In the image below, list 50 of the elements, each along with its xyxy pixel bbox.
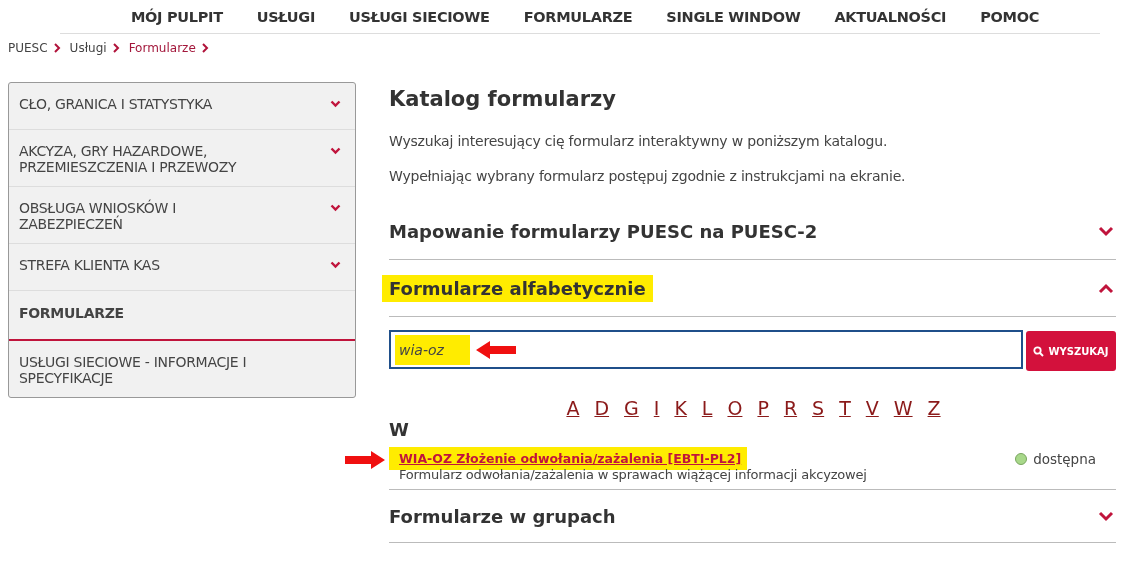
letter-link[interactable]: A	[566, 397, 580, 419]
letter-link[interactable]: O	[727, 397, 743, 419]
status-text: dostępna	[1033, 451, 1096, 467]
page-title: Katalog formularzy	[389, 87, 617, 111]
sidebar-item[interactable]: CŁO, GRANICA I STATYSTYKA	[9, 83, 355, 130]
chevron-right-icon	[201, 43, 209, 53]
letter-link[interactable]: W	[893, 397, 913, 419]
letter-link[interactable]: S	[812, 397, 825, 419]
section-title[interactable]: Formularze alfabetycznie	[382, 274, 653, 302]
chevron-down-icon[interactable]	[1098, 510, 1114, 522]
search-value: wia-oz	[395, 334, 470, 365]
chevron-right-icon	[112, 43, 120, 53]
letter-link[interactable]: R	[783, 397, 798, 419]
sidebar-item[interactable]: USŁUGI SIECIOWE - INFORMACJE I SPECYFIKACJE	[9, 341, 355, 397]
search-icon	[1033, 345, 1045, 357]
nav-link[interactable]: AKTUALNOŚCI	[817, 8, 964, 25]
intro-text: Wypełniając wybrany formularz postępuj zgodnie z instrukcjami na ekranie.	[389, 168, 907, 184]
intro-text: Wyszukaj interesujący cię formularz interaktywny w poniższym katalogu.	[389, 133, 889, 149]
form-link[interactable]: WIA-OZ Złożenie odwołania/zażalenia [EBTI-PL2]	[389, 447, 748, 470]
letter-link[interactable]: Z	[927, 397, 941, 419]
chevron-down-icon[interactable]	[1098, 225, 1114, 237]
sidebar-item[interactable]: FORMULARZE	[9, 291, 355, 341]
nav-link[interactable]: MÓJ PULPIT	[113, 8, 240, 25]
nav-link[interactable]: POMOC	[963, 8, 1057, 25]
letter-link[interactable]: L	[701, 397, 713, 419]
breadcrumb-link[interactable]: Formularze	[128, 41, 196, 55]
sidebar-item[interactable]: OBSŁUGA WNIOSKÓW I ZABEZPIECZEŃ	[9, 187, 355, 244]
sidebar-item[interactable]: STREFA KLIENTA KAS	[9, 244, 355, 291]
breadcrumb-link[interactable]: PUESC	[8, 41, 48, 55]
nav-link[interactable]: SINGLE WINDOW	[649, 8, 818, 25]
letter-link[interactable]: T	[839, 397, 851, 419]
sidebar-item[interactable]: AKCYZA, GRY HAZARDOWE, PRZEMIESZCZENIA I PRZEWOZY	[9, 130, 355, 187]
letter-link[interactable]: V	[865, 397, 879, 419]
letter-link[interactable]: G	[624, 397, 639, 419]
letter-link[interactable]: D	[594, 397, 610, 419]
search-field[interactable]: wia-oz	[389, 330, 1023, 369]
letter-link[interactable]: I	[653, 397, 660, 419]
form-description: Formularz odwołania/zażalenia w sprawach wiążącej informacji akcyzowej	[399, 467, 868, 482]
nav-link[interactable]: USŁUGI SIECIOWE	[332, 8, 507, 25]
chevron-right-icon	[53, 43, 61, 53]
nav-link[interactable]: USŁUGI	[239, 8, 333, 25]
letter-link[interactable]: K	[674, 397, 687, 419]
letter-link[interactable]: P	[757, 397, 769, 419]
chevron-up-icon[interactable]	[1098, 282, 1114, 294]
search-button[interactable]: WYSZUKAJ	[1026, 331, 1116, 371]
group-letter: W	[389, 419, 410, 441]
section-title[interactable]: Mapowanie formularzy PUESC na PUESC-2	[389, 217, 818, 245]
nav-link[interactable]: FORMULARZE	[506, 8, 650, 25]
breadcrumb-link[interactable]: Usługi	[69, 41, 107, 55]
section-title[interactable]: Formularze w grupach	[389, 502, 616, 530]
